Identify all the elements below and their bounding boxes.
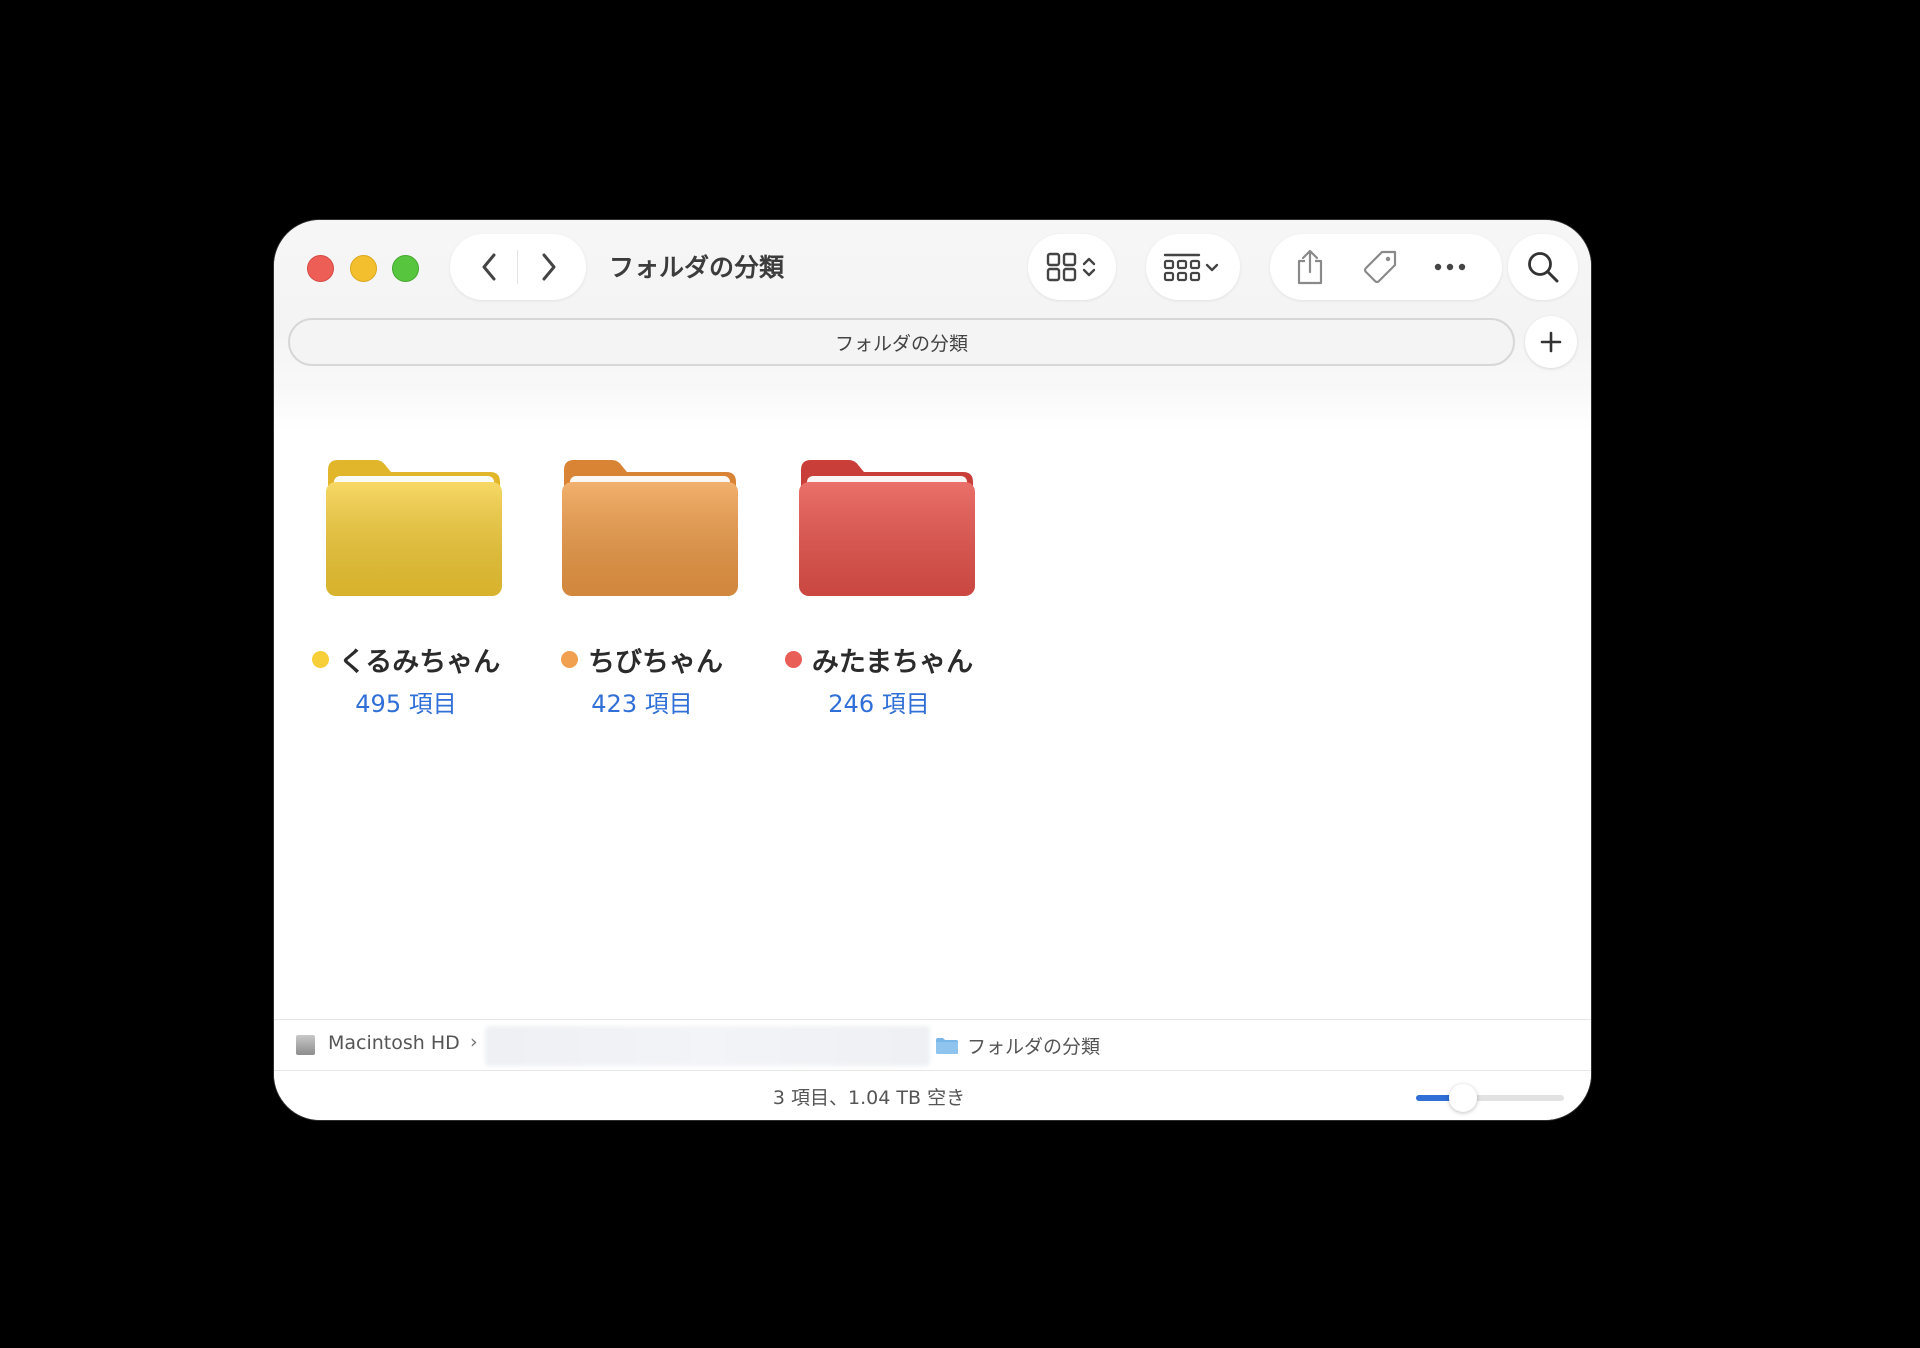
folder-item-count: 246 項目 — [828, 690, 930, 718]
navigation-buttons — [450, 234, 586, 300]
group-icon — [1163, 253, 1219, 282]
window-title: フォルダの分類 — [609, 253, 785, 282]
action-buttons — [1270, 234, 1502, 300]
finder-window: フォルダの分類 フォルダの分類 くるみちゃん 495 項目 ちびちゃん 423 … — [274, 220, 1591, 1120]
grid-view-icon — [1046, 252, 1096, 282]
more-button[interactable] — [1422, 234, 1478, 300]
status-text: 3 項目、1.04 TB 空き — [772, 1087, 966, 1109]
nav-separator — [517, 250, 518, 284]
folder-icon — [562, 460, 738, 596]
minimize-window-button[interactable] — [350, 255, 377, 282]
folder-name: ちびちゃん — [588, 647, 723, 678]
toolbar: フォルダの分類 フォルダの分類 — [274, 220, 1591, 380]
folder-item-count: 423 項目 — [591, 690, 693, 718]
chevron-left-icon — [482, 253, 496, 281]
folder-name: みたまちゃん — [811, 647, 974, 678]
back-button[interactable] — [460, 234, 518, 300]
slider-knob[interactable] — [1449, 1084, 1478, 1112]
plus-icon — [1540, 331, 1562, 353]
folder-icon — [326, 460, 502, 596]
folder-name: くるみちゃん — [338, 647, 501, 678]
icon-size-slider[interactable] — [1416, 1084, 1564, 1112]
folder-item-count: 495 項目 — [355, 690, 457, 718]
path-disk[interactable]: Macintosh HD — [328, 1032, 460, 1054]
folder-icon — [799, 460, 975, 596]
folder-icon — [936, 1038, 958, 1054]
path-current-folder[interactable]: フォルダの分類 — [967, 1032, 1100, 1059]
forward-button[interactable] — [520, 234, 578, 300]
path-redacted-segment — [485, 1026, 930, 1066]
tag-color-dot — [561, 651, 578, 668]
folder-grid: くるみちゃん 495 項目 ちびちゃん 423 項目 みたまちゃん 246 項目 — [274, 380, 1591, 1020]
path-bar: Macintosh HD › フォルダの分類 — [274, 1019, 1591, 1070]
share-button[interactable] — [1282, 234, 1338, 300]
tag-color-dot — [311, 651, 329, 668]
ellipsis-icon — [1434, 263, 1466, 271]
view-mode-button[interactable] — [1028, 234, 1116, 300]
folder-name-row: くるみちゃん — [291, 640, 521, 679]
zoom-window-button[interactable] — [392, 255, 419, 282]
tag-color-dot — [784, 651, 802, 668]
tag-button[interactable] — [1352, 234, 1408, 300]
new-tab-button[interactable] — [1525, 316, 1577, 368]
hard-disk-icon — [296, 1035, 315, 1055]
share-icon — [1297, 249, 1323, 285]
search-icon — [1528, 252, 1559, 283]
tag-icon — [1363, 250, 1397, 284]
group-button[interactable] — [1146, 234, 1240, 300]
status-bar: 3 項目、1.04 TB 空き — [274, 1070, 1591, 1120]
search-button[interactable] — [1508, 234, 1578, 300]
folder-name-row: ちびちゃん — [527, 640, 757, 679]
chevron-right-icon — [542, 253, 556, 281]
tab-active[interactable]: フォルダの分類 — [288, 318, 1515, 366]
path-separator: › — [470, 1031, 478, 1053]
close-window-button[interactable] — [307, 255, 334, 282]
folder-name-row: みたまちゃん — [764, 640, 994, 679]
